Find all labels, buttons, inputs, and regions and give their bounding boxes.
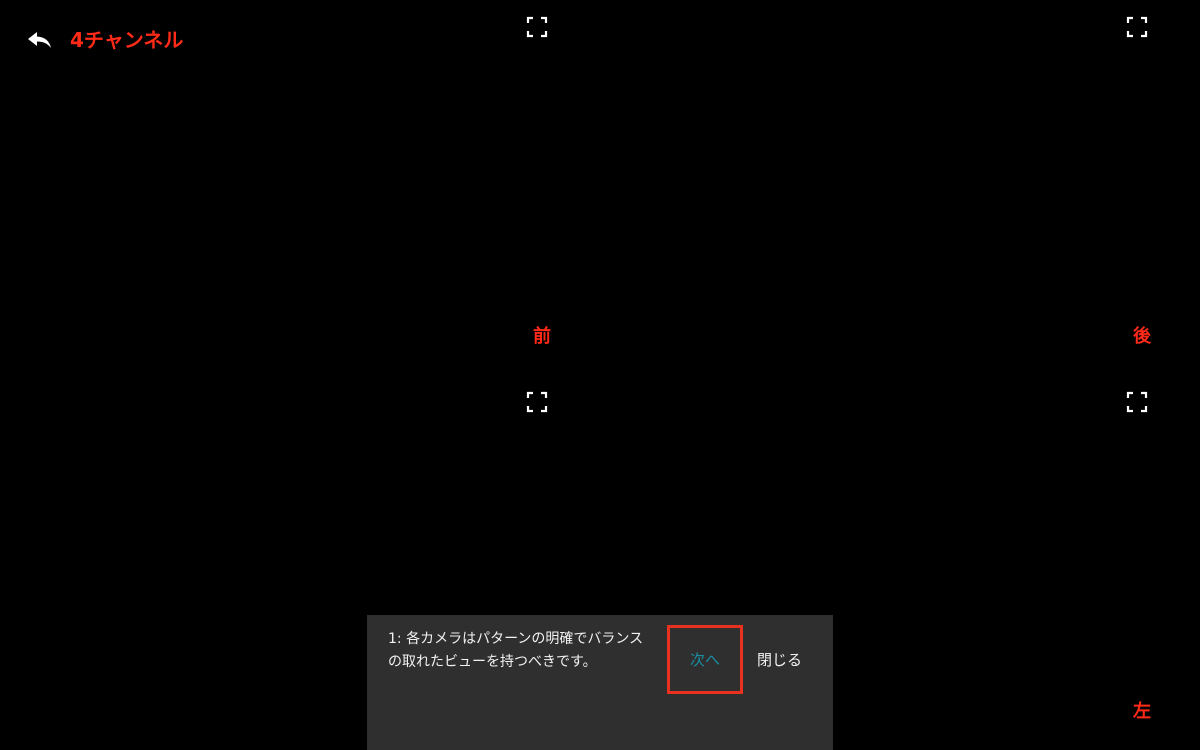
fullscreen-icon <box>526 391 548 413</box>
close-button[interactable]: 閉じる <box>757 625 802 694</box>
guide-message: 1: 各カメラはパターンの明確でバランスの取れたビューを持つべきです。 <box>388 631 644 670</box>
fullscreen-left-button[interactable] <box>1126 391 1148 413</box>
fullscreen-right-button[interactable] <box>526 391 548 413</box>
page-title: 4チャンネル <box>70 28 184 52</box>
fullscreen-front-button[interactable] <box>526 16 548 38</box>
fullscreen-icon <box>526 16 548 38</box>
fullscreen-icon <box>1126 391 1148 413</box>
back-arrow-icon <box>28 32 51 48</box>
back-button[interactable] <box>26 26 54 54</box>
camera-label-rear: 後 <box>1133 326 1151 347</box>
camera-setup-screen: 4チャンネル 前 後 右 左 1: 各カメラはパターンの明確でバランスの取れたビ… <box>0 0 1200 750</box>
fullscreen-rear-button[interactable] <box>1126 16 1148 38</box>
guide-toast: 1: 各カメラはパターンの明確でバランスの取れたビューを持つべきです。 次へ 閉… <box>367 615 833 750</box>
next-button[interactable]: 次へ <box>667 625 743 694</box>
camera-label-front: 前 <box>533 326 551 347</box>
camera-label-left: 左 <box>1133 701 1151 722</box>
fullscreen-icon <box>1126 16 1148 38</box>
